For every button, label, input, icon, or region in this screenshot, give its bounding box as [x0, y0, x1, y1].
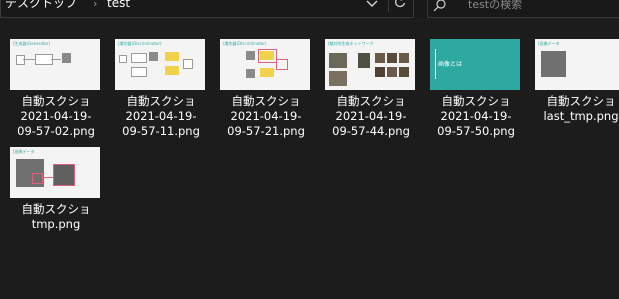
thumb-shape	[375, 67, 385, 77]
breadcrumb-desktop[interactable]: デスクトップ	[5, 0, 77, 11]
address-bar[interactable]: デスクトップ › test	[0, 0, 414, 18]
chevron-down-icon[interactable]	[359, 0, 385, 14]
thumb-shape	[165, 66, 179, 75]
toolbar: デスクトップ › test testの検索	[0, 0, 619, 18]
file-name[interactable]: 自動スクショ 2021-04-19- 09-57-21.png	[210, 94, 322, 139]
thumb-shape	[119, 55, 127, 63]
thumb-shape	[246, 69, 255, 78]
thumbnail-title: [画像データ	[538, 41, 560, 46]
thumb-shape	[16, 55, 25, 65]
thumb-shape	[435, 49, 436, 79]
file-name[interactable]: 自動スクショ 2021-04-19- 09-57-44.png	[315, 94, 427, 139]
search-icon	[433, 0, 447, 14]
thumb-shape	[358, 53, 370, 68]
thumb-shape	[23, 59, 35, 60]
thumb-shape	[387, 53, 397, 63]
thumbnail-title: [識別器(Discriminator)	[223, 41, 267, 46]
thumbnail-title: [画像データ	[13, 149, 35, 154]
thumb-shape	[258, 49, 277, 63]
file-name[interactable]: 自動スクショ 2021-04-19- 09-57-50.png	[420, 94, 532, 139]
thumb-shape	[149, 52, 158, 61]
thumb-shape	[260, 68, 274, 77]
thumbnail-title: [生成器(Generator)	[13, 41, 50, 46]
refresh-icon[interactable]	[387, 0, 413, 14]
file-thumbnail: 画像とは	[430, 39, 520, 90]
thumb-shape	[131, 53, 147, 63]
search-box[interactable]: testの検索	[427, 0, 619, 18]
thumbnail-title: [識別器(Discriminator)	[118, 41, 162, 46]
thumb-shape	[32, 173, 43, 184]
thumb-shape	[399, 53, 409, 63]
file-name[interactable]: 自動スクショ tmp.png	[0, 202, 112, 232]
thumb-shape	[387, 67, 397, 77]
breadcrumb-test[interactable]: test	[107, 0, 130, 11]
thumb-shape	[165, 52, 179, 61]
thumb-shape	[62, 53, 71, 63]
file-name[interactable]: 自動スクショ 2021-04-19- 09-57-11.png	[105, 94, 217, 139]
file-thumbnail: [生成器(Generator)	[10, 39, 100, 90]
thumb-shape	[41, 177, 53, 178]
file-thumbnail: [識別器(Discriminator)	[115, 39, 205, 90]
file-thumbnail: [敵対的生成ネットワーク	[325, 39, 415, 90]
file-name[interactable]: 自動スクショ 2021-04-19- 09-57-02.png	[0, 94, 112, 139]
file-thumbnail: [画像データ	[535, 39, 619, 90]
thumbnail-title: 画像とは	[438, 61, 463, 68]
file-thumbnail: [識別器(Discriminator)	[220, 39, 310, 90]
thumb-shape	[541, 51, 566, 77]
thumb-shape	[329, 71, 347, 86]
thumb-shape	[51, 59, 61, 60]
thumb-shape	[276, 59, 288, 70]
thumbnail-title: [敵対的生成ネットワーク	[328, 41, 374, 46]
thumb-shape	[375, 53, 385, 63]
thumb-shape	[131, 67, 147, 77]
thumb-shape	[399, 67, 409, 77]
thumb-shape	[246, 51, 255, 60]
thumb-shape	[53, 164, 75, 186]
file-name[interactable]: 自動スクショ last_tmp.png	[525, 94, 619, 124]
search-input[interactable]: testの検索	[468, 0, 522, 13]
file-thumbnail: [画像データ	[10, 147, 100, 198]
breadcrumb-separator: ›	[93, 0, 98, 10]
thumb-shape	[329, 53, 347, 68]
thumb-shape	[183, 59, 193, 69]
